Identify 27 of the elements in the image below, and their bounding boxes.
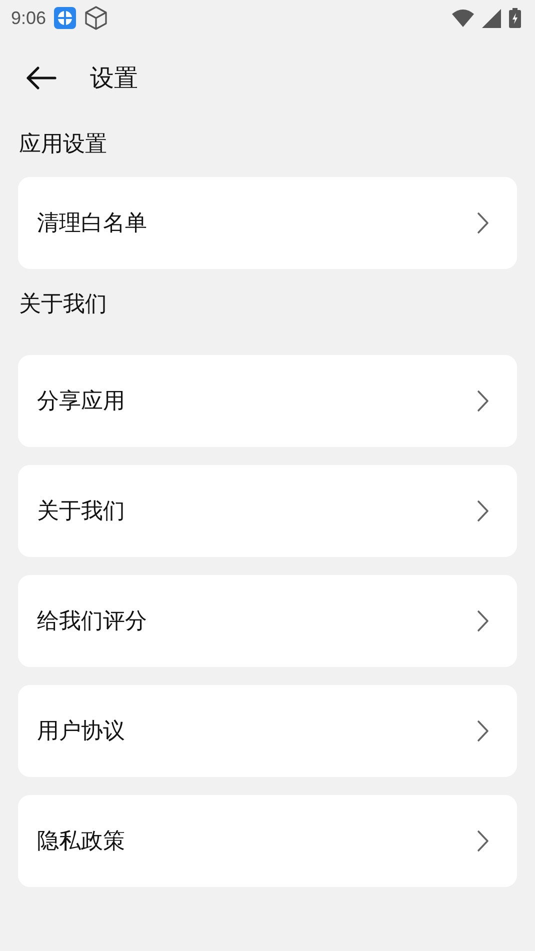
chevron-icon	[477, 720, 489, 742]
cube-icon	[84, 5, 108, 31]
item-label: 用户协议	[37, 718, 125, 746]
settings-item[interactable]: 清理白名单	[18, 177, 517, 269]
chevron-icon	[477, 610, 489, 632]
item-label: 隐私政策	[37, 828, 125, 856]
page-title: 设置	[90, 63, 138, 94]
item-label: 给我们评分	[37, 608, 147, 636]
item-label: 分享应用	[37, 388, 125, 416]
chevron-icon	[477, 830, 489, 852]
signal-icon	[482, 8, 501, 28]
settings-item[interactable]: 关于我们	[18, 465, 517, 557]
status-time: 9:06	[11, 8, 46, 28]
section-title: 应用设置	[18, 131, 108, 159]
settings-item[interactable]: 用户协议	[18, 685, 517, 777]
settings-item[interactable]: 给我们评分	[18, 575, 517, 667]
section-title: 关于我们	[18, 291, 108, 319]
chevron-icon	[477, 390, 489, 412]
settings-item[interactable]: 隐私政策	[18, 795, 517, 887]
item-label: 清理白名单	[37, 210, 147, 238]
settings-item[interactable]: 分享应用	[18, 355, 517, 447]
chevron-icon	[477, 212, 489, 234]
battery-icon	[509, 8, 521, 28]
app-notification-icon	[54, 7, 76, 29]
item-label: 关于我们	[37, 498, 125, 526]
chevron-icon	[477, 500, 489, 522]
wifi-icon	[452, 9, 474, 27]
